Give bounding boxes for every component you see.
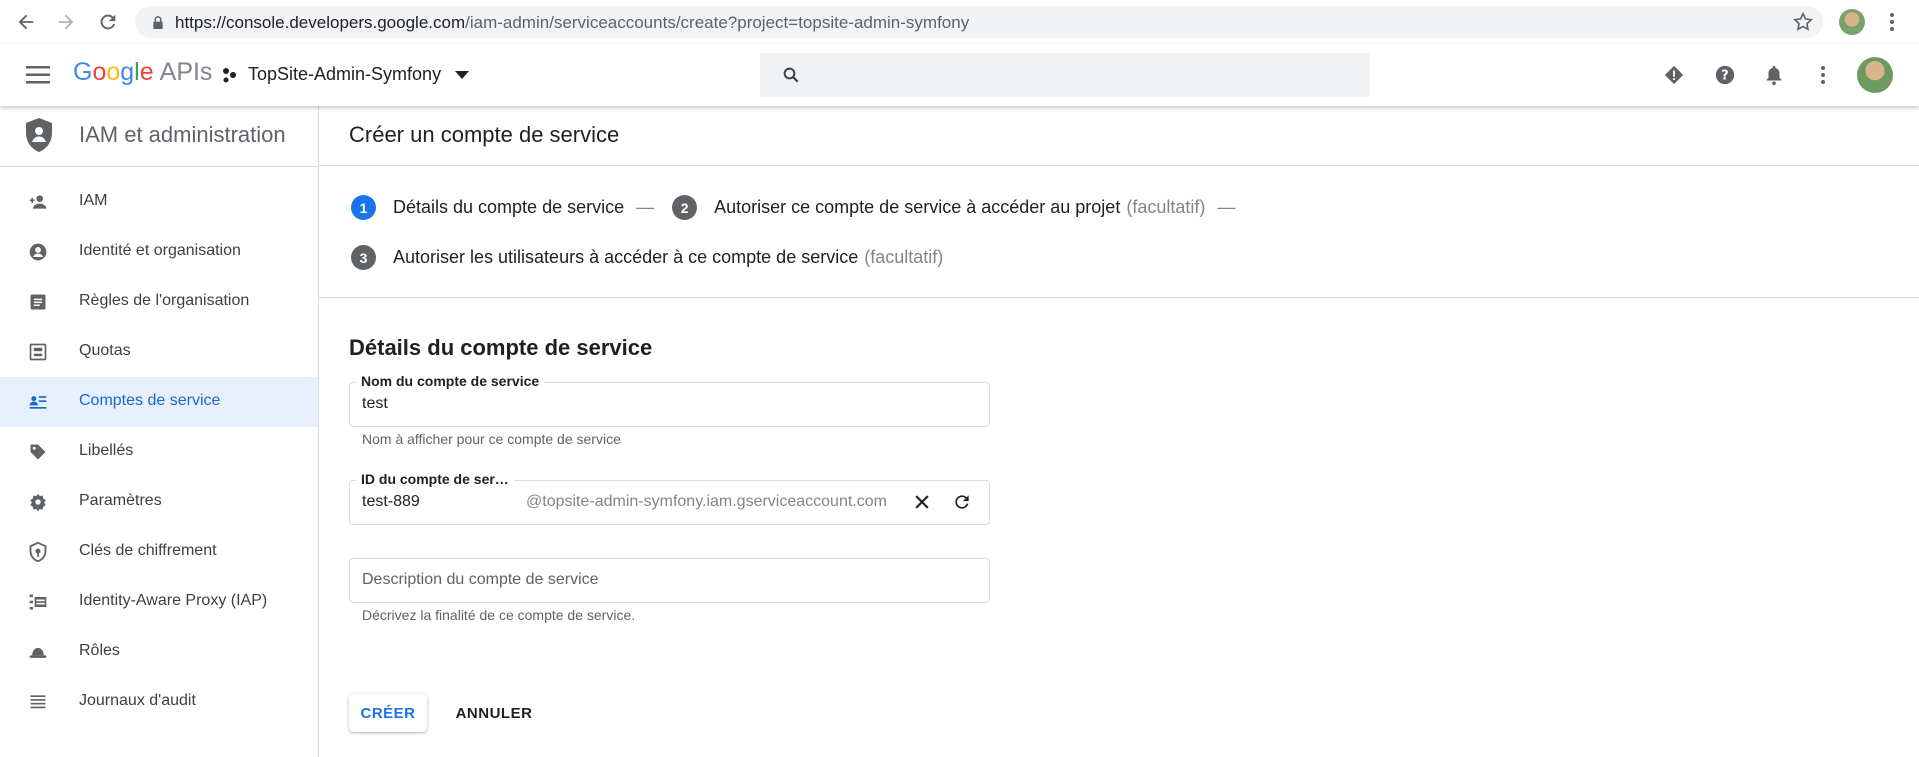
step-3-number: 3: [351, 245, 376, 270]
field-label: Nom du compte de service: [356, 373, 545, 389]
sidebar-item-label: Identité et organisation: [79, 242, 241, 259]
account-circle-icon: [28, 242, 48, 262]
sidebar-item-roles[interactable]: Rôles: [0, 627, 318, 677]
browser-toolbar: https://console.developers.google.com/ia…: [0, 0, 1919, 45]
step-2-number: 2: [672, 195, 698, 220]
forward-arrow-icon[interactable]: [54, 10, 78, 34]
gear-icon: [28, 492, 48, 512]
sidebar-item-iam[interactable]: IAM: [0, 177, 318, 227]
sidebar-title: IAM et administration: [79, 122, 286, 147]
sidebar-item-label: Rôles: [79, 642, 120, 659]
iap-icon: [28, 592, 48, 612]
service-account-name-field[interactable]: Nom du compte de service test: [349, 373, 990, 427]
star-icon[interactable]: [1791, 10, 1815, 34]
help-icon[interactable]: ?: [1713, 63, 1737, 87]
sidebar: IAM et administration IAM Identité et or…: [0, 106, 319, 757]
label-icon: [28, 442, 48, 462]
sidebar-item-label: IAM: [79, 192, 108, 209]
sidebar-header: IAM et administration: [0, 106, 318, 167]
service-account-description-field[interactable]: Description du compte de service: [349, 558, 990, 603]
stepper-row-2: 3 Autoriser les utilisateurs à accéder à…: [351, 245, 943, 270]
google-apis-logo[interactable]: Google APIs: [73, 58, 212, 87]
sidebar-item-service-accounts[interactable]: Comptes de service: [0, 377, 318, 427]
list-lines-icon: [28, 692, 48, 712]
sidebar-item-label: Comptes de service: [79, 392, 221, 409]
shield-key-icon: [28, 542, 48, 562]
divider: [319, 165, 1919, 166]
app-header: Google APIs TopSite-Admin-Symfony ?: [0, 44, 1919, 106]
quota-icon: [28, 342, 48, 362]
divider: [319, 297, 1919, 298]
refresh-icon[interactable]: [952, 492, 972, 512]
field-hint: Nom à afficher pour ce compte de service: [362, 431, 621, 447]
project-name: TopSite-Admin-Symfony: [248, 64, 442, 84]
step-1-label[interactable]: Détails du compte de service: [393, 197, 624, 218]
account-avatar[interactable]: [1857, 57, 1893, 93]
search-icon: [782, 66, 800, 84]
sidebar-item-label: Journaux d'audit: [79, 692, 196, 709]
browser-profile-avatar[interactable]: [1839, 9, 1865, 35]
field-hint: Décrivez la finalité de ce compte de ser…: [362, 607, 636, 623]
feedback-icon[interactable]: [1662, 63, 1686, 87]
sidebar-item-label: Règles de l'organisation: [79, 292, 250, 309]
list-alt-icon: [28, 292, 48, 312]
sidebar-item-iap[interactable]: Identity-Aware Proxy (IAP): [0, 577, 318, 627]
url-text: https://console.developers.google.com/ia…: [175, 13, 970, 32]
step-3-optional: (facultatif): [864, 247, 944, 267]
notifications-bell-icon[interactable]: [1762, 63, 1786, 87]
sidebar-item-label: Quotas: [79, 342, 131, 359]
sidebar-item-audit-logs[interactable]: Journaux d'audit: [0, 677, 318, 727]
sidebar-item-identity[interactable]: Identité et organisation: [0, 227, 318, 277]
sidebar-item-labels[interactable]: Libellés: [0, 427, 318, 477]
step-2-label[interactable]: Autoriser ce compte de service à accéder…: [714, 197, 1120, 218]
step-separator: —: [1217, 197, 1236, 217]
sidebar-item-label: Libellés: [79, 442, 134, 459]
page-title: Créer un compte de service: [349, 122, 620, 147]
id-domain-suffix: @topsite-admin-symfony.iam.gserviceaccou…: [526, 493, 887, 510]
hat-icon: [28, 642, 48, 662]
sidebar-item-label: Paramètres: [79, 492, 162, 509]
create-button[interactable]: CRÉER: [349, 694, 427, 732]
cancel-button[interactable]: ANNULER: [444, 694, 544, 732]
section-title: Détails du compte de service: [349, 335, 653, 360]
field-value[interactable]: test: [362, 395, 388, 413]
lock-icon: [152, 16, 164, 29]
project-dots-icon: [222, 67, 238, 83]
field-value[interactable]: test-889: [362, 493, 420, 511]
sidebar-item-settings[interactable]: Paramètres: [0, 477, 318, 527]
step-separator: —: [636, 197, 655, 217]
sidebar-item-label: Clés de chiffrement: [79, 542, 217, 559]
field-placeholder: Description du compte de service: [362, 571, 599, 588]
hamburger-menu-icon[interactable]: [26, 66, 50, 84]
back-arrow-icon[interactable]: [14, 10, 38, 34]
svg-text:?: ?: [1721, 69, 1728, 84]
more-options-icon[interactable]: [1811, 63, 1835, 87]
project-selector[interactable]: TopSite-Admin-Symfony: [222, 64, 470, 85]
service-account-id-field[interactable]: ID du compte de ser… test-889 @topsite-a…: [349, 471, 990, 525]
service-account-icon: [28, 392, 48, 412]
step-3-label[interactable]: Autoriser les utilisateurs à accéder à c…: [393, 247, 858, 268]
step-1-number: 1: [351, 195, 376, 220]
sidebar-item-encryption-keys[interactable]: Clés de chiffrement: [0, 527, 318, 577]
shield-icon: [24, 117, 54, 153]
sidebar-item-label: Identity-Aware Proxy (IAP): [79, 592, 268, 609]
field-label: ID du compte de ser…: [356, 471, 514, 487]
browser-menu-icon[interactable]: [1880, 10, 1904, 34]
dropdown-arrow-icon: [455, 70, 470, 79]
step-2-optional: (facultatif): [1126, 197, 1206, 217]
address-bar[interactable]: https://console.developers.google.com/ia…: [135, 6, 1823, 38]
person-add-icon: [28, 192, 48, 212]
stepper-row-1: 1 Détails du compte de service — 2 Autor…: [351, 195, 1247, 220]
clear-icon[interactable]: [912, 492, 932, 512]
sidebar-item-org-policies[interactable]: Règles de l'organisation: [0, 277, 318, 327]
search-input[interactable]: [760, 53, 1370, 97]
sidebar-item-quotas[interactable]: Quotas: [0, 327, 318, 377]
reload-icon[interactable]: [96, 10, 120, 34]
